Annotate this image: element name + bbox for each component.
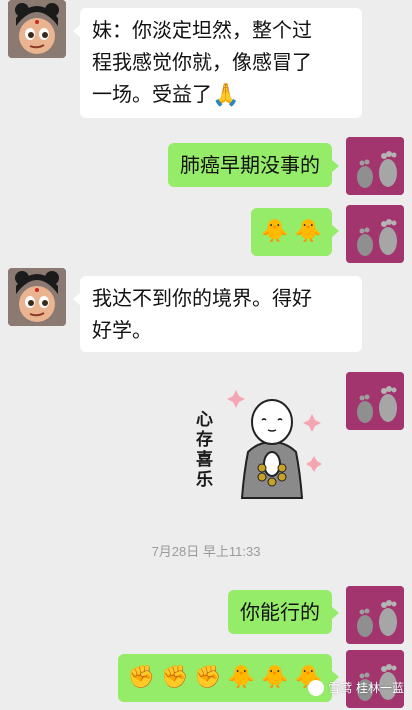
sticker-caption: 心存喜乐 [196, 410, 213, 490]
chick-icon: 🐥 [294, 219, 322, 244]
chat-window: 妹：你淡定坦然，整个过 程我感觉你就，像感冒了 一场。受益了🙏 肺癌早期没事的 [0, 0, 412, 710]
chick-icon: 🐥 [261, 219, 289, 244]
message-text: 你能行的 [240, 600, 320, 624]
message-text-line: 好学。 [92, 318, 152, 342]
contact-avatar[interactable] [8, 268, 66, 326]
message-text: 肺癌早期没事的 [180, 153, 320, 177]
raised-fist-icon: ✊ [160, 665, 189, 690]
incoming-message-bubble[interactable]: 我达不到你的境界。得好 好学。 [73, 276, 362, 352]
self-avatar[interactable] [346, 137, 404, 195]
timestamp: 7月28日 早上11:33 [151, 544, 261, 559]
message-text-line: 我达不到你的境界。得好 [92, 286, 312, 310]
self-avatar[interactable] [346, 586, 404, 644]
chick-icon: 🐥 [261, 665, 289, 690]
outgoing-message-bubble[interactable]: 肺癌早期没事的 [168, 143, 339, 187]
watermark: 雪鸢 桂林一蓝 [308, 679, 404, 696]
outgoing-emoji-bubble[interactable]: ✊ ✊ ✊ 🐥 🐥 🐥 [117, 654, 340, 702]
raised-fist-icon: ✊ [127, 665, 155, 690]
message-text-line: 妹：你淡定坦然，整个过 [92, 18, 312, 42]
raised-fist-icon: ✊ [194, 665, 222, 690]
incoming-message-bubble[interactable]: 妹：你淡定坦然，整个过 程我感觉你就，像感冒了 一场。受益了🙏 [73, 8, 362, 118]
monk-praying-sticker[interactable]: 心存喜乐 [196, 388, 326, 508]
chick-icon: 🐥 [227, 665, 256, 690]
outgoing-emoji-bubble[interactable]: 🐥 🐥 [251, 208, 339, 256]
praying-hands-icon: 🙏 [212, 82, 240, 108]
contact-avatar[interactable] [8, 0, 66, 58]
self-avatar[interactable] [346, 372, 404, 430]
outgoing-message-bubble[interactable]: 你能行的 [228, 590, 339, 634]
wechat-logo-icon [308, 679, 325, 696]
message-text-line: 程我感觉你就，像感冒了 [92, 50, 312, 74]
message-text-line: 一场。受益了🙏 [92, 78, 350, 112]
watermark-text: 雪鸢 桂林一蓝 [328, 681, 404, 695]
self-avatar[interactable] [346, 205, 404, 263]
